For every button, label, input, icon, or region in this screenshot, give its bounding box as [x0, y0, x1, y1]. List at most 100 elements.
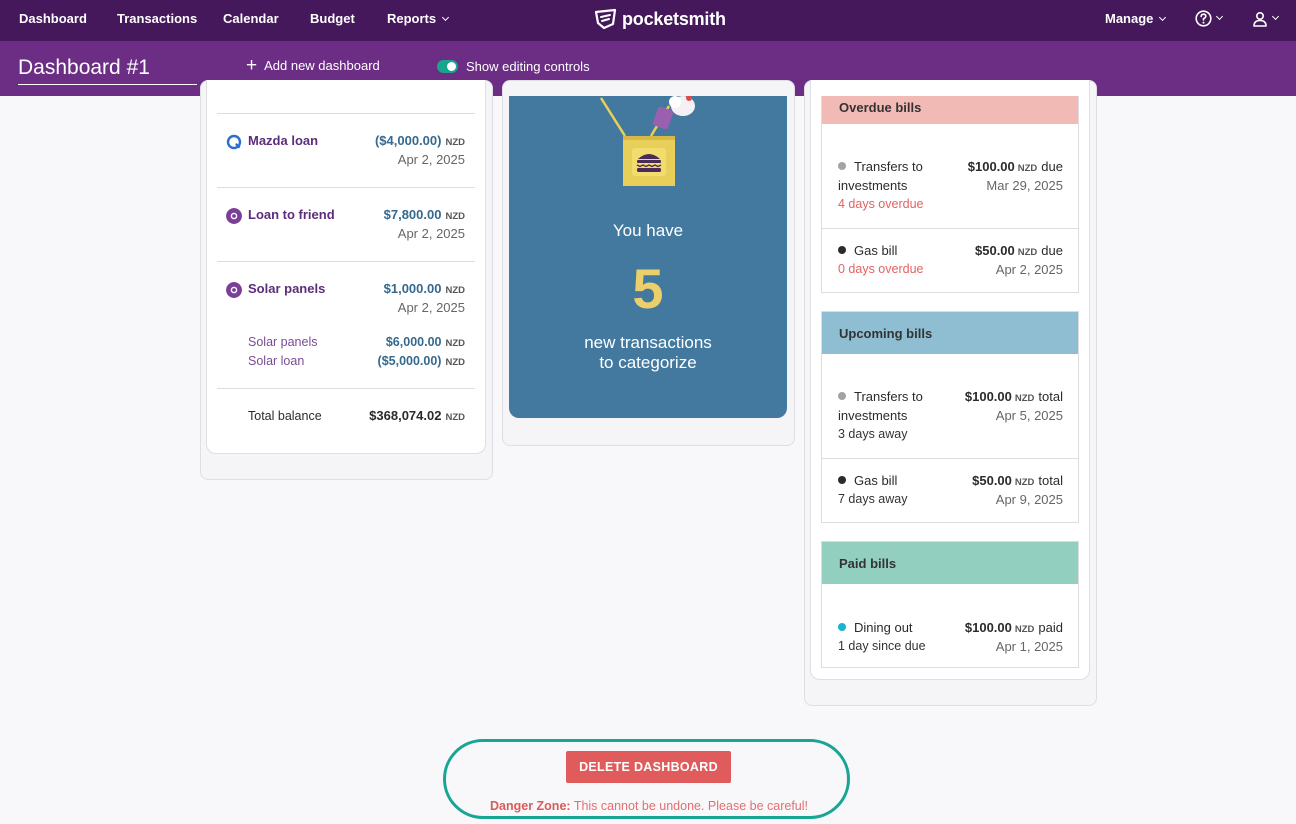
help-menu[interactable] [1195, 10, 1224, 27]
bill-name: Dining out [838, 618, 913, 637]
currency-code: NZD [1017, 247, 1038, 258]
bill-name-line-1: Transfers to [854, 159, 923, 174]
logo-text: pocketsmith [622, 8, 726, 29]
bill-name: Transfers to investments [838, 157, 923, 195]
burger-box-illustration [599, 96, 695, 186]
bill-status-dot [838, 246, 846, 254]
bill-amount: $100.00 NZD paid [965, 618, 1063, 639]
nav-transactions[interactable]: Transactions [117, 11, 197, 27]
uncategorized-intro: You have [612, 221, 684, 240]
uncategorized-line-3: to categorize [599, 353, 697, 372]
plus-icon: + [246, 55, 258, 76]
sub-account-name: Solar panels [248, 335, 318, 349]
bill-amount-suffix: total [1038, 473, 1063, 488]
dashboard-title-input[interactable]: Dashboard #1 [18, 55, 197, 85]
user-menu[interactable] [1252, 10, 1280, 27]
account-date: Apr 2, 2025 [397, 226, 465, 241]
currency-code: NZD [1017, 163, 1038, 174]
danger-zone-message: This cannot be undone. Please be careful… [573, 799, 808, 813]
bill-date: Apr 1, 2025 [995, 639, 1063, 654]
currency-code: NZD [1014, 393, 1035, 404]
currency-code: NZD [445, 338, 465, 349]
bill-amount-suffix: paid [1038, 620, 1063, 635]
editing-controls-toggle[interactable] [437, 60, 458, 73]
account-balance: $7,800.00 NZD [384, 207, 465, 225]
sub-account-balance-value: $6,000.00 [385, 335, 442, 349]
paid-bills-header: Paid bills [822, 542, 1078, 584]
bill-amount: $50.00 NZD due [975, 241, 1063, 262]
bill-name-line-1: Gas bill [854, 243, 898, 258]
currency-code: NZD [445, 211, 465, 222]
account-date: Apr 2, 2025 [397, 152, 465, 167]
upcoming-bills-header: Upcoming bills [822, 312, 1078, 354]
sub-account-balance: ($5,000.00) NZD [378, 353, 465, 371]
sub-account-balance: $6,000.00 NZD [386, 334, 465, 352]
account-balance-value: ($4,000.00) [374, 133, 442, 148]
bill-status-dot [838, 623, 846, 631]
account-date: Apr 2, 2025 [397, 300, 465, 315]
currency-code: NZD [1014, 477, 1035, 488]
bill-name: Gas bill [838, 241, 897, 260]
bill-name-line-2: investments [838, 178, 908, 193]
bill-status-dot [838, 162, 846, 170]
bill-amount-value: $50.00 [972, 473, 1012, 488]
bill-amount-value: $100.00 [964, 620, 1012, 635]
bill-date: Apr 2, 2025 [995, 262, 1063, 277]
chevron-down-icon [1159, 13, 1167, 22]
bill-days-away: 3 days away [838, 427, 908, 441]
bill-amount-value: $100.00 [967, 159, 1015, 174]
overdue-bills-header: Overdue bills [822, 96, 1078, 124]
divider [822, 228, 1078, 229]
bill-date: Apr 5, 2025 [995, 408, 1063, 423]
help-icon [1195, 10, 1212, 27]
currency-code: NZD [445, 412, 465, 423]
sub-account-name: Solar loan [248, 354, 305, 368]
nav-dashboard[interactable]: Dashboard [19, 11, 87, 27]
delete-dashboard-button[interactable]: DELETE DASHBOARD [566, 751, 731, 783]
account-balance: $1,000.00 NZD [384, 281, 465, 299]
bill-amount-value: $100.00 [964, 389, 1012, 404]
bill-amount: $100.00 NZD due [968, 157, 1063, 178]
chevron-down-icon [1215, 12, 1224, 21]
nav-reports[interactable]: Reports [387, 11, 450, 27]
uncategorized-count: 5 [632, 257, 664, 320]
bill-status-dot [838, 476, 846, 484]
bill-amount: $100.00 NZD total [965, 387, 1063, 408]
bill-amount-value: $50.00 [975, 243, 1015, 258]
bill-status-dot [838, 392, 846, 400]
bill-amount-suffix: due [1041, 243, 1063, 258]
bill-overdue-status: 4 days overdue [838, 197, 924, 211]
pocketsmith-logo[interactable]: pocketsmith [593, 7, 726, 31]
account-circle-icon [226, 282, 242, 298]
account-name: Solar panels [248, 281, 326, 296]
chevron-down-icon [442, 13, 450, 22]
nav-calendar[interactable]: Calendar [223, 11, 279, 27]
user-icon [1253, 11, 1267, 27]
danger-zone-text: Danger Zone: This cannot be undone. Plea… [490, 798, 808, 814]
divider [217, 261, 475, 262]
bill-date: Apr 9, 2025 [995, 492, 1063, 507]
nav-budget[interactable]: Budget [310, 11, 355, 27]
sub-account-balance-value: ($5,000.00) [377, 354, 442, 368]
nav-reports-label: Reports [387, 11, 437, 26]
bill-amount-suffix: due [1041, 159, 1063, 174]
currency-code: NZD [445, 285, 465, 296]
bill-days-away: 7 days away [838, 492, 908, 506]
bill-name-line-1: Transfers to [854, 389, 923, 404]
loan-refresh-icon [226, 134, 242, 150]
account-circle-icon [226, 208, 242, 224]
bill-days-since-due: 1 day since due [838, 639, 926, 653]
bill-name-line-1: Dining out [854, 620, 913, 635]
uncategorized-line-2: new transactions [584, 333, 712, 352]
uncategorized-transactions-widget[interactable]: You have 5 new transactions to categoriz… [509, 96, 787, 418]
bill-date: Mar 29, 2025 [986, 178, 1063, 193]
bill-overdue-status: 0 days overdue [838, 262, 924, 276]
currency-code: NZD [445, 357, 465, 368]
total-balance-amount: $368,074.02 [369, 408, 442, 423]
add-dashboard-button[interactable]: + Add new dashboard [246, 55, 380, 76]
editing-controls-label: Show editing controls [466, 59, 590, 74]
nav-manage[interactable]: Manage [1105, 11, 1167, 27]
currency-code: NZD [1014, 624, 1035, 635]
account-balance: ($4,000.00) NZD [375, 133, 465, 151]
total-balance-label: Total balance [248, 409, 322, 423]
